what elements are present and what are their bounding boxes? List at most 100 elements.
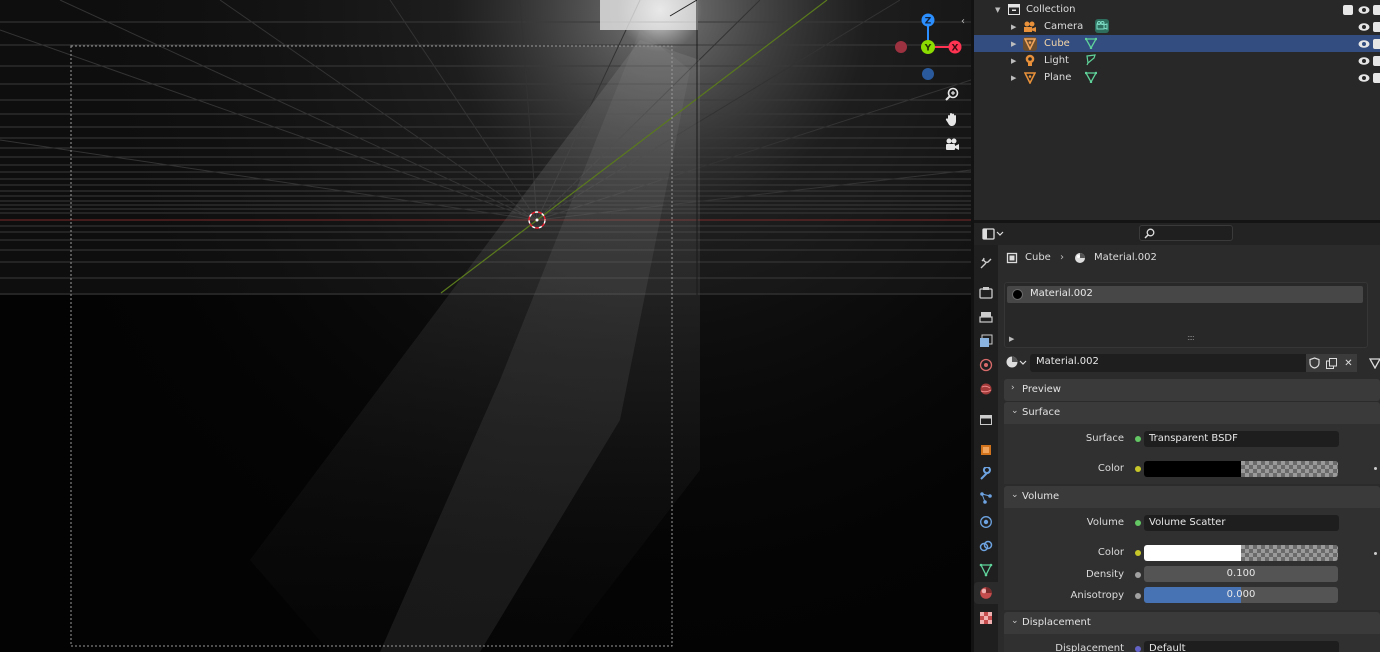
tool-icon[interactable] — [974, 252, 998, 274]
volume-label: Volume — [1086, 517, 1124, 528]
eye-icon[interactable] — [1358, 22, 1370, 32]
gizmo-neg-z[interactable] — [922, 68, 934, 80]
color-label: Color — [1097, 547, 1124, 558]
texture-icon[interactable] — [974, 607, 998, 629]
navigation-gizmo[interactable]: Z X Y — [888, 8, 968, 88]
properties-header — [974, 223, 1380, 245]
volume-panel-header[interactable]: ⌄ Volume — [1004, 486, 1380, 508]
3d-viewport[interactable]: Z X Y ‹ — [0, 0, 971, 652]
outliner-row-collection[interactable]: ▼ Collection — [974, 1, 1380, 18]
properties-tabs — [974, 245, 998, 652]
float-socket-icon[interactable] — [1135, 572, 1141, 578]
resize-grip-icon[interactable]: :::: — [1187, 333, 1195, 342]
sidebar-toggle-icon[interactable]: ‹ — [961, 16, 965, 27]
preview-panel-header[interactable]: › Preview — [1004, 379, 1380, 401]
material-slot-list[interactable]: Material.002 ▶ :::: — [1004, 282, 1368, 348]
chevron-down-icon: ⌄ — [1011, 490, 1019, 500]
object-breadcrumb-icon — [1006, 252, 1018, 267]
outliner-row-camera[interactable]: ▶ Camera — [974, 18, 1380, 35]
editor-type-menu[interactable] — [982, 227, 1006, 241]
color-solid — [1144, 461, 1241, 477]
outliner-row-light[interactable]: ▶ Light — [974, 52, 1380, 69]
render-camera-icon[interactable] — [1373, 22, 1380, 32]
properties-editor: Cube › Material.002 Material.002 ▶ :::: … — [974, 223, 1380, 652]
outliner-row-plane[interactable]: ▶ Plane — [974, 69, 1380, 86]
outliner-row-cube[interactable]: ▶ Cube — [974, 35, 1380, 52]
view-layer-icon[interactable] — [974, 330, 998, 352]
density-field[interactable]: 0.100 — [1144, 566, 1338, 582]
world-icon[interactable] — [974, 378, 998, 400]
render-icon[interactable] — [974, 282, 998, 304]
keyframe-dot-icon[interactable] — [1374, 552, 1377, 555]
anisotropy-label: Anisotropy — [1070, 590, 1124, 601]
expand-down-icon[interactable]: ▼ — [995, 6, 1000, 14]
hand-pan-icon[interactable] — [941, 108, 963, 130]
alpha-checker — [1241, 461, 1338, 477]
render-camera-icon[interactable] — [1373, 39, 1380, 49]
eye-icon[interactable] — [1358, 73, 1370, 83]
browse-material-button[interactable] — [1004, 354, 1030, 372]
surface-panel-header[interactable]: ⌄ Surface — [1004, 402, 1380, 424]
surface-shader-selector[interactable]: Transparent BSDF — [1144, 431, 1339, 447]
mesh-data-icon[interactable] — [1084, 70, 1098, 84]
search-icon — [1144, 226, 1155, 242]
particles-icon[interactable] — [974, 487, 998, 509]
render-camera-icon[interactable] — [1373, 56, 1380, 66]
gizmo-neg-x[interactable] — [895, 41, 907, 53]
outliner-label: Light — [1044, 55, 1069, 66]
color-solid — [1144, 545, 1241, 561]
light-data-icon[interactable] — [1084, 53, 1098, 67]
vector-socket-icon[interactable] — [1135, 646, 1141, 652]
render-camera-icon[interactable] — [1373, 5, 1380, 15]
anisotropy-slider[interactable]: 0.000 — [1144, 587, 1338, 603]
volume-shader-selector[interactable]: Volume Scatter — [1144, 515, 1339, 531]
exclude-checkbox[interactable] — [1343, 5, 1353, 15]
constraints-icon[interactable] — [974, 535, 998, 557]
camera-data-icon[interactable] — [1095, 19, 1109, 33]
color-socket-icon[interactable] — [1135, 550, 1141, 556]
expand-right-icon[interactable]: ▶ — [1011, 40, 1016, 48]
collection-icon — [1007, 3, 1021, 17]
displacement-label: Displacement — [1055, 643, 1124, 652]
keyframe-dot-icon[interactable] — [1374, 467, 1377, 470]
zoom-icon[interactable] — [941, 83, 963, 105]
collection-icon[interactable] — [974, 409, 998, 431]
expand-right-icon[interactable]: ▶ — [1011, 23, 1016, 31]
panel-title: Displacement — [1022, 617, 1091, 628]
eye-icon[interactable] — [1358, 56, 1370, 66]
displacement-selector[interactable]: Default — [1144, 641, 1339, 652]
shader-socket-icon[interactable] — [1135, 436, 1141, 442]
mesh-data-icon[interactable] — [1366, 354, 1380, 372]
volume-panel-body: Volume Volume Scatter Color Density 0.10… — [1004, 508, 1380, 610]
shader-socket-icon[interactable] — [1135, 520, 1141, 526]
fake-user-shield-icon[interactable] — [1306, 354, 1323, 372]
modifier-icon[interactable] — [974, 463, 998, 485]
camera-view-icon[interactable] — [941, 133, 963, 155]
expand-right-icon[interactable]: ▶ — [1009, 335, 1014, 343]
material-icon[interactable] — [974, 582, 998, 604]
material-slot[interactable]: Material.002 — [1007, 286, 1363, 303]
object-icon[interactable] — [974, 439, 998, 461]
color-socket-icon[interactable] — [1135, 466, 1141, 472]
search-input[interactable] — [1139, 225, 1233, 241]
camera-object-icon — [1023, 20, 1037, 34]
output-icon[interactable] — [974, 306, 998, 328]
unlink-close-icon[interactable]: ✕ — [1340, 354, 1357, 372]
breadcrumb-material: Material.002 — [1094, 252, 1157, 263]
surface-color-swatch[interactable] — [1144, 461, 1338, 477]
eye-icon[interactable] — [1358, 39, 1370, 49]
expand-right-icon[interactable]: ▶ — [1011, 74, 1016, 82]
displacement-panel-header[interactable]: ⌄ Displacement — [1004, 612, 1380, 634]
expand-right-icon[interactable]: ▶ — [1011, 57, 1016, 65]
material-slot-label: Material.002 — [1030, 288, 1093, 299]
mesh-data-icon[interactable] — [1084, 36, 1098, 50]
object-data-icon[interactable] — [974, 559, 998, 581]
material-name-field[interactable]: Material.002 — [1030, 354, 1306, 372]
scene-icon[interactable] — [974, 354, 998, 376]
duplicate-icon[interactable] — [1323, 354, 1340, 372]
float-socket-icon[interactable] — [1135, 593, 1141, 599]
render-camera-icon[interactable] — [1373, 73, 1380, 83]
physics-icon[interactable] — [974, 511, 998, 533]
volume-color-swatch[interactable] — [1144, 545, 1338, 561]
eye-icon[interactable] — [1358, 5, 1370, 15]
